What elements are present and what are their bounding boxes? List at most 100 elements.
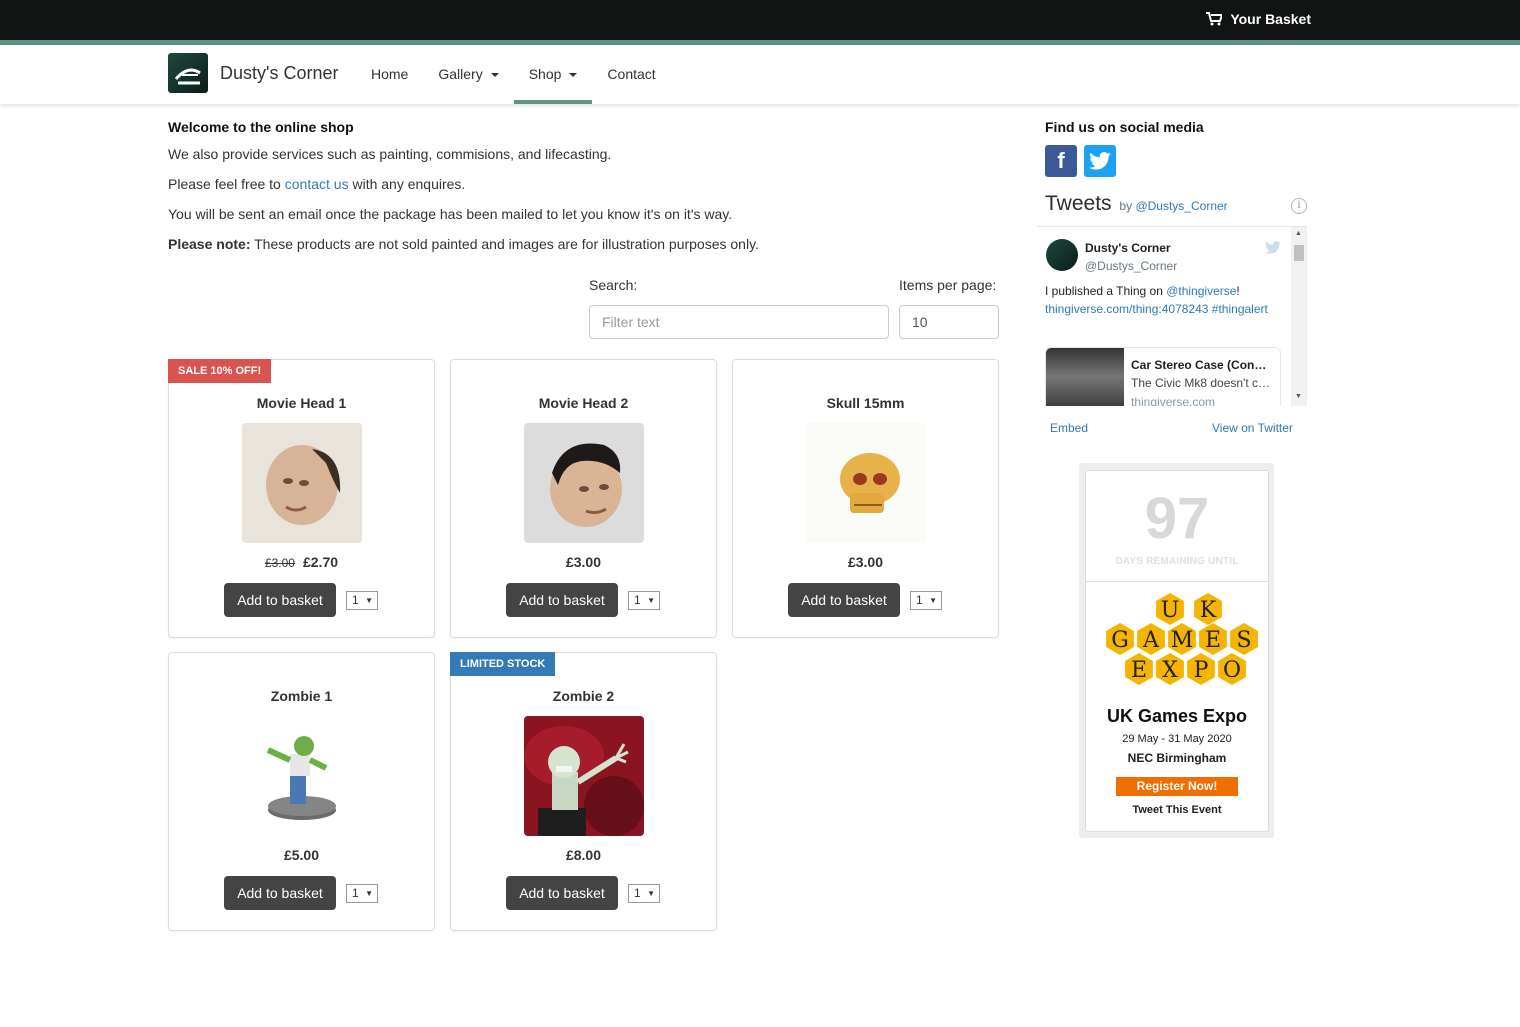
scrollbar[interactable]: ▲ ▼ — [1291, 227, 1307, 406]
tweet-card-desc: The Civic Mk8 doesn't c… — [1131, 376, 1271, 390]
product-card: LIMITED STOCK Zombie 2 £8.00 Add to bask… — [450, 652, 717, 931]
add-to-basket-button[interactable]: Add to basket — [224, 876, 336, 910]
caret-down-icon — [490, 72, 499, 77]
search-label: Search: — [589, 277, 638, 293]
add-to-basket-button[interactable]: Add to basket — [224, 583, 336, 617]
logo-letter: O — [1223, 658, 1241, 683]
product-image[interactable] — [242, 716, 362, 836]
dropdown-arrow-icon: ▼ — [365, 889, 373, 898]
nav-gallery[interactable]: Gallery — [423, 45, 513, 104]
tweet-hashtag-link[interactable]: #thingalert — [1212, 302, 1268, 316]
nav-gallery-label: Gallery — [438, 66, 483, 82]
logo-letter: S — [1236, 628, 1251, 653]
tweets-timeline[interactable]: Dusty's Corner @Dustys_Corner I publishe… — [1037, 226, 1307, 406]
intro-line-2: Please feel free to contact us with any … — [168, 175, 998, 193]
tweet-this-event-link[interactable]: Tweet This Event — [1086, 804, 1268, 816]
current-price: £3.00 — [847, 554, 884, 570]
quantity-value: 1 — [352, 593, 359, 607]
nav-home[interactable]: Home — [356, 45, 423, 104]
logo-letter: P — [1194, 658, 1209, 683]
product-image[interactable] — [806, 423, 926, 543]
info-icon[interactable]: i — [1291, 198, 1307, 214]
intro-heading: Welcome to the online shop — [168, 119, 354, 135]
tweet-card-image — [1046, 348, 1124, 406]
caret-down-icon — [569, 72, 578, 77]
tweets-header: Tweets by @Dustys_Corner i — [1045, 192, 1307, 220]
tweet-author-handle[interactable]: @Dustys_Corner — [1085, 259, 1177, 273]
tweets-by-label: by — [1119, 199, 1133, 213]
product-card: Zombie 1 £5.00 Add to basket 1 ▼ — [168, 652, 435, 931]
contact-us-link[interactable]: contact us — [285, 176, 349, 192]
nav-shop[interactable]: Shop — [513, 45, 593, 104]
logo-letter: M — [1171, 628, 1194, 653]
tweet-link-card[interactable]: Car Stereo Case (Con… The Civic Mk8 does… — [1045, 347, 1281, 406]
twitter-icon[interactable] — [1084, 145, 1116, 177]
product-price: £3.00 — [451, 554, 716, 570]
divider — [1086, 581, 1268, 582]
top-bar: Your Basket — [0, 0, 1520, 40]
navbar: Dusty's Corner Home Gallery Shop Contact — [0, 45, 1520, 104]
intro-line-1: We also provide services such as paintin… — [168, 146, 612, 162]
intro-line-2-pre: Please feel free to — [168, 176, 285, 192]
scroll-up-icon[interactable]: ▲ — [1295, 230, 1302, 237]
quantity-value: 1 — [916, 593, 923, 607]
quantity-select[interactable]: 1 ▼ — [628, 884, 660, 903]
quantity-value: 1 — [352, 886, 359, 900]
basket-link[interactable]: Your Basket — [1206, 11, 1311, 27]
product-title: Movie Head 1 — [256, 395, 347, 411]
add-to-basket-button[interactable]: Add to basket — [788, 583, 900, 617]
intro-note: Please note: These products are not sold… — [168, 235, 998, 253]
tweets-by: by @Dustys_Corner — [1119, 199, 1227, 213]
current-price: £3.00 — [565, 554, 602, 570]
logo-letter: U — [1161, 598, 1180, 623]
product-price: £3.00 — [733, 554, 998, 570]
product-title: Zombie 1 — [270, 688, 333, 704]
items-per-page-label: Items per page: — [899, 277, 997, 293]
add-to-basket-button[interactable]: Add to basket — [506, 876, 618, 910]
event-widget: 97 DAYS REMAINING UNTIL UKGAMESEXPO UK G… — [1079, 463, 1274, 838]
avatar[interactable] — [1046, 239, 1078, 271]
search-input[interactable] — [589, 305, 889, 339]
tweet-author-name[interactable]: Dusty's Corner — [1085, 241, 1171, 255]
twitter-bird-icon — [1265, 241, 1281, 257]
intro-line-3: You will be sent an email once the packa… — [168, 206, 733, 222]
event-name: UK Games Expo — [1106, 706, 1248, 726]
sale-badge: SALE 10% OFF! — [168, 359, 272, 383]
product-image[interactable] — [524, 423, 644, 543]
embed-link[interactable]: Embed — [1050, 421, 1088, 435]
view-on-twitter-link[interactable]: View on Twitter — [1212, 421, 1293, 435]
brand-link[interactable]: Dusty's Corner — [168, 53, 338, 93]
quantity-select[interactable]: 1 ▼ — [346, 884, 378, 903]
product-image[interactable] — [524, 716, 644, 836]
dropdown-arrow-icon: ▼ — [365, 596, 373, 605]
scroll-down-icon[interactable]: ▼ — [1295, 393, 1302, 400]
logo-letter: K — [1200, 598, 1217, 623]
tweet-url-link[interactable]: thingiverse.com/thing:4078243 — [1045, 302, 1208, 316]
nav-contact[interactable]: Contact — [592, 45, 670, 104]
facebook-icon[interactable]: f — [1045, 145, 1077, 177]
scrollbar-thumb[interactable] — [1294, 245, 1304, 261]
quantity-select[interactable]: 1 ▼ — [346, 591, 378, 610]
product-image[interactable] — [242, 423, 362, 543]
quantity-value: 1 — [634, 593, 641, 607]
quantity-select[interactable]: 1 ▼ — [628, 591, 660, 610]
logo-letter: E — [1205, 628, 1221, 653]
items-per-page-input[interactable] — [899, 305, 999, 339]
nav-contact-label: Contact — [607, 66, 656, 82]
product-card: Skull 15mm £3.00 Add to basket 1 ▼ — [732, 359, 999, 638]
nav-menu: Home Gallery Shop Contact — [356, 45, 671, 104]
tweets-handle-link[interactable]: @Dustys_Corner — [1135, 199, 1227, 213]
intro-section: Welcome to the online shop We also provi… — [168, 119, 998, 265]
ukge-logo: U KG A M E SE X P O — [1106, 593, 1258, 685]
event-venue: NEC Birmingham — [1127, 751, 1227, 765]
nav-home-label: Home — [371, 66, 409, 82]
note-text: These products are not sold painted and … — [250, 236, 759, 252]
logo-letter: G — [1111, 628, 1129, 653]
tweet-text-pre: I published a Thing on — [1045, 284, 1167, 298]
dropdown-arrow-icon: ▼ — [647, 596, 655, 605]
note-label: Please note: — [168, 236, 251, 252]
quantity-select[interactable]: 1 ▼ — [910, 591, 942, 610]
tweet-mention-link[interactable]: @thingiverse — [1166, 284, 1236, 298]
add-to-basket-button[interactable]: Add to basket — [506, 583, 618, 617]
register-now-button[interactable]: Register Now! — [1116, 777, 1238, 796]
